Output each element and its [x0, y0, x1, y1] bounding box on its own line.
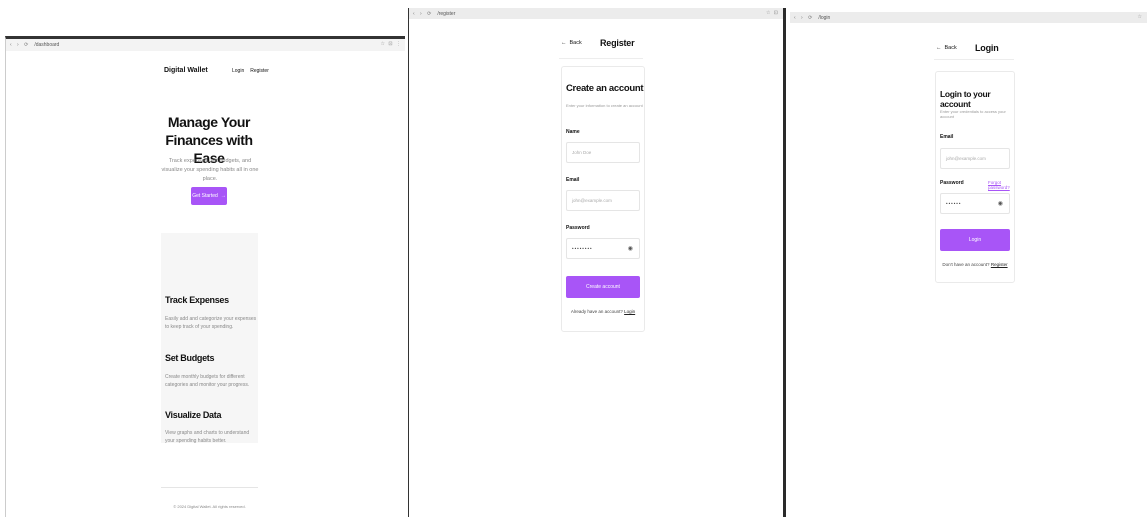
browser-bar: ‹ › ⟳ /register ☆ ⊡ — [409, 8, 783, 19]
login-card: Login to your account Enter your credent… — [935, 71, 1015, 283]
email-input[interactable]: john@example.com — [566, 190, 640, 211]
card-title: Login to your account — [940, 89, 991, 109]
feature-title: Track Expenses — [165, 295, 229, 305]
register-prompt-text: Don't have an account? — [942, 262, 990, 267]
password-label: Password — [940, 180, 964, 186]
browser-actions-icons[interactable]: ☆ — [1138, 14, 1143, 20]
url-text[interactable]: /register — [437, 11, 455, 17]
screenshot-stage: ‹ › ⟳ /dashboard ☆ ⊡ ⋮ Digital Wallet Lo… — [0, 0, 1147, 517]
create-account-button[interactable]: Create account — [566, 276, 640, 298]
nav-login-link[interactable]: Login — [232, 68, 244, 74]
password-label: Password — [566, 225, 590, 231]
login-link[interactable]: Login — [624, 309, 635, 314]
browser-actions-icons[interactable]: ☆ ⊡ ⋮ — [381, 41, 402, 47]
header-divider — [559, 58, 643, 59]
nav-register-link[interactable]: Register — [250, 68, 269, 74]
back-label: Back — [944, 45, 957, 51]
register-link[interactable]: Register — [991, 262, 1008, 267]
back-link[interactable]: ← Back — [561, 40, 582, 46]
email-label: Email — [566, 177, 580, 183]
forgot-password-link[interactable]: Forgot password? — [988, 180, 1014, 190]
arrow-left-icon: ← — [936, 45, 942, 51]
login-window: ‹ › ⟳ /login ☆ ← Back Login Login to you… — [790, 12, 1147, 517]
email-label: Email — [940, 134, 954, 140]
footer-divider — [161, 487, 258, 488]
back-label: Back — [569, 40, 582, 46]
email-placeholder: john@example.com — [946, 156, 986, 161]
dashboard-window: ‹ › ⟳ /dashboard ☆ ⊡ ⋮ Digital Wallet Lo… — [5, 36, 405, 517]
features-panel: Track Expenses Easily add and categorize… — [161, 233, 258, 444]
password-input[interactable]: •••••• ◉ — [940, 193, 1010, 214]
password-value: •••••••• — [572, 246, 593, 251]
browser-actions-icons[interactable]: ☆ ⊡ — [766, 10, 779, 16]
register-prompt: Don't have an account? Register — [940, 262, 1010, 267]
back-link[interactable]: ← Back — [936, 45, 957, 51]
feature-desc: Create monthly budgets for different cat… — [165, 374, 250, 388]
feature-title: Set Budgets — [165, 353, 215, 363]
arrow-left-icon: ← — [561, 40, 567, 46]
feature-desc: View graphs and charts to understand you… — [165, 430, 250, 444]
name-input[interactable]: John Doe — [566, 142, 640, 163]
page-title: Register — [600, 38, 635, 48]
login-button[interactable]: Login — [940, 229, 1010, 251]
browser-bar: ‹ › ⟳ /dashboard ☆ ⊡ ⋮ — [6, 39, 405, 51]
header-divider — [934, 59, 1014, 60]
feature-desc: Easily add and categorize your expenses … — [165, 316, 257, 330]
url-text[interactable]: /login — [818, 15, 830, 21]
password-value: •••••• — [946, 201, 962, 206]
browser-bar: ‹ › ⟳ /login ☆ — [790, 12, 1147, 23]
card-subtitle: Enter your credentials to access your ac… — [940, 109, 1006, 119]
footer-text: © 2024 Digital Wallet. All rights reserv… — [173, 504, 246, 509]
get-started-label: Get Started — [192, 193, 218, 199]
register-card: Create an account Enter your information… — [561, 66, 645, 332]
url-text[interactable]: /dashboard — [34, 42, 59, 48]
name-placeholder: John Doe — [572, 150, 592, 155]
page-title: Login — [975, 43, 999, 53]
browser-nav-icons[interactable]: ‹ › ⟳ — [10, 42, 30, 48]
eye-icon[interactable]: ◉ — [628, 245, 634, 252]
email-placeholder: john@example.com — [572, 198, 612, 203]
card-title: Create an account — [566, 83, 644, 94]
arrow-right-icon: → — [220, 193, 226, 199]
header-nav: Login Register — [232, 68, 269, 74]
login-prompt: Already have an account? Login — [566, 309, 640, 314]
login-prompt-text: Already have an account? — [570, 309, 623, 314]
browser-nav-icons[interactable]: ‹ › ⟳ — [413, 11, 433, 17]
password-input[interactable]: •••••••• ◉ — [566, 238, 640, 259]
feature-title: Visualize Data — [165, 410, 222, 420]
name-label: Name — [566, 129, 580, 135]
email-input[interactable]: john@example.com — [940, 148, 1010, 169]
hero-subtitle: Track expenses, set budgets, and visuali… — [161, 158, 259, 182]
card-subtitle: Enter your information to create an acco… — [566, 103, 643, 108]
eye-icon[interactable]: ◉ — [998, 200, 1004, 207]
get-started-button[interactable]: Get Started → — [191, 187, 227, 205]
register-window: ‹ › ⟳ /register ☆ ⊡ ← Back Register Crea… — [408, 8, 786, 517]
browser-nav-icons[interactable]: ‹ › ⟳ — [794, 15, 814, 21]
